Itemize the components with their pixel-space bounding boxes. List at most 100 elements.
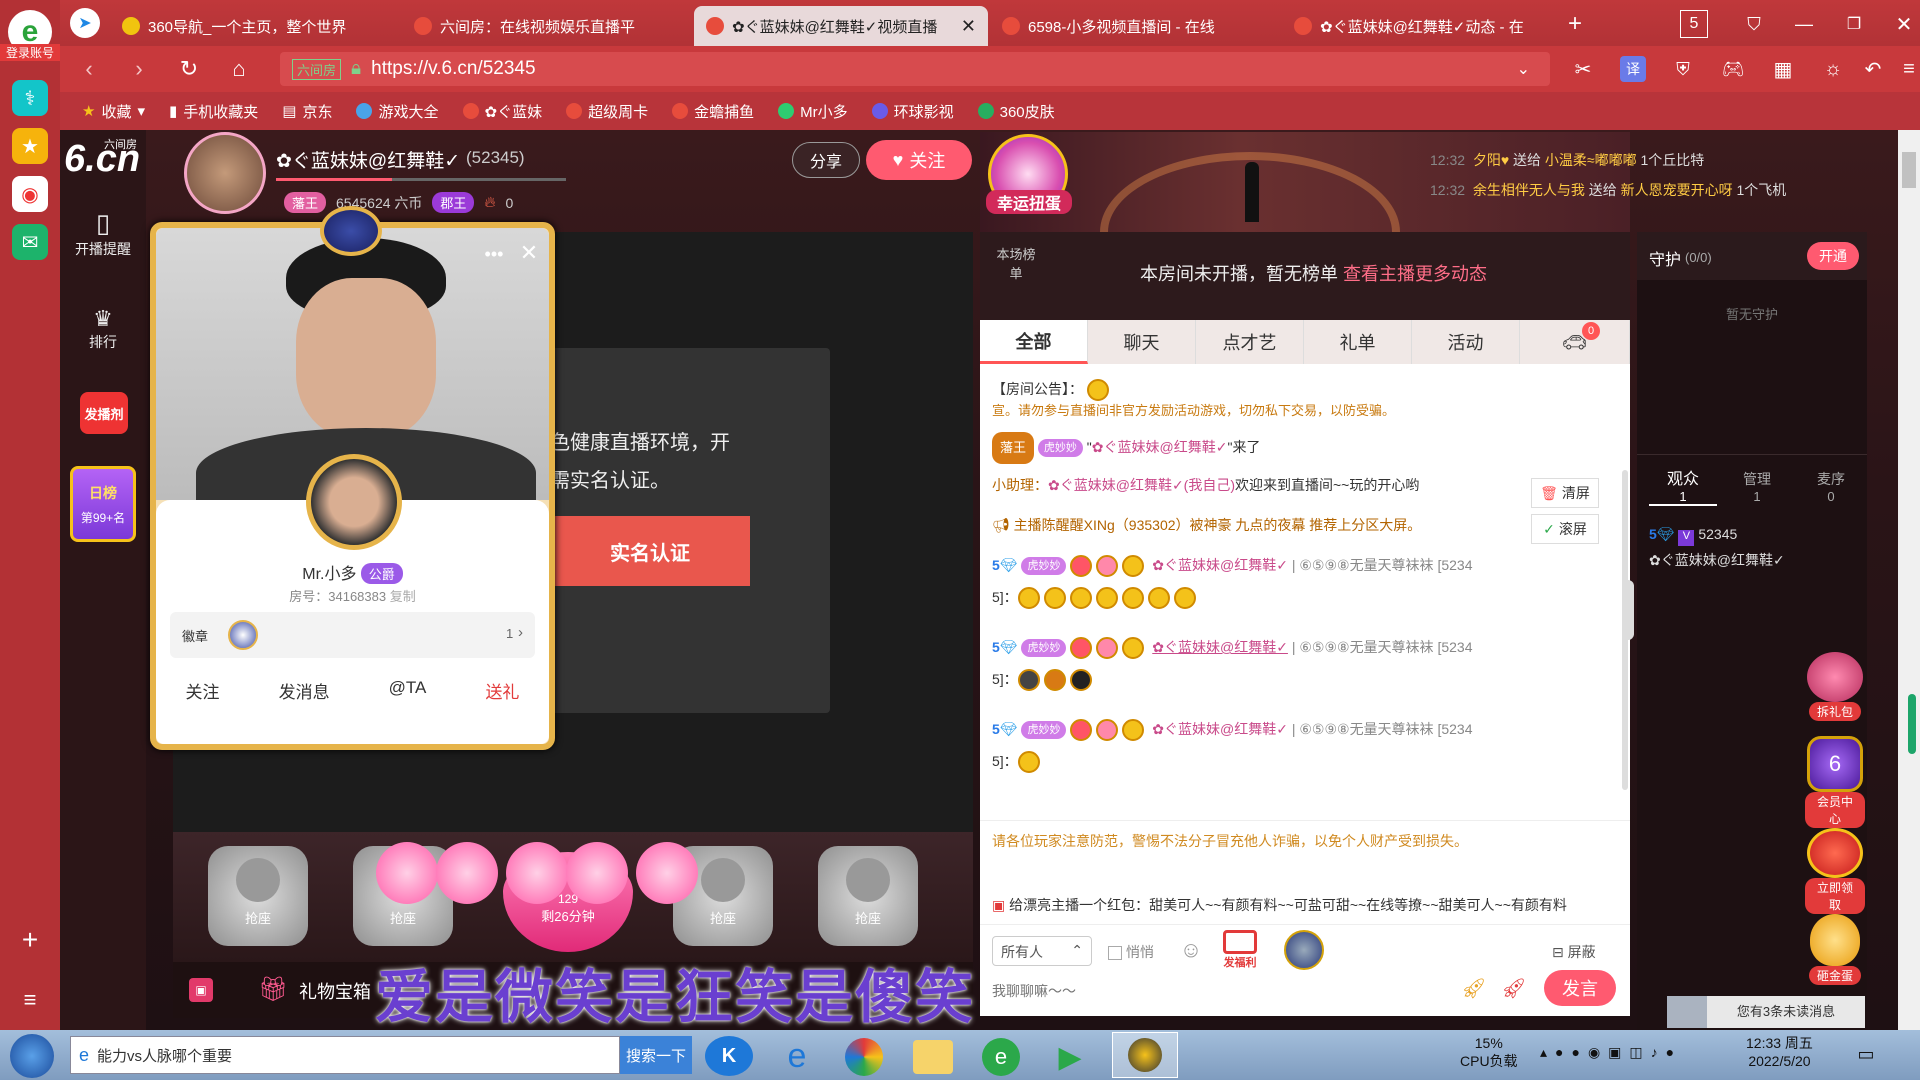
ie-icon[interactable]: e	[775, 1036, 819, 1076]
bookmark-item[interactable]: ★ 收藏 ▾	[72, 101, 155, 122]
open-guard-button[interactable]: 开通	[1807, 242, 1859, 270]
weibo-icon[interactable]: ◉	[12, 176, 48, 212]
forward-icon[interactable]: ›	[126, 56, 152, 82]
folder-icon[interactable]	[913, 1040, 953, 1074]
send-button[interactable]: 发言	[1544, 970, 1616, 1006]
message-target[interactable]: ⑥⑤⑨⑧无量天尊袜袜	[1299, 639, 1433, 655]
media-player-icon[interactable]: ▶	[1050, 1038, 1090, 1076]
add-icon[interactable]: +	[14, 924, 46, 956]
gift-from[interactable]: 夕阳♥	[1473, 152, 1509, 168]
emoji-picker-icon[interactable]: ☺	[1177, 936, 1205, 964]
broadcast-award-icon[interactable]: 发播剂	[80, 392, 128, 434]
chrome-icon[interactable]	[845, 1038, 883, 1076]
message-nick[interactable]: ✿ぐ蓝妹妹@红舞鞋✓	[1152, 639, 1288, 655]
close-icon[interactable]: ✕	[516, 240, 542, 266]
star-icon[interactable]: ★	[12, 128, 48, 164]
tab-viewers[interactable]: 观众 1	[1649, 465, 1717, 506]
medal-button-icon[interactable]	[1284, 930, 1324, 970]
restore-icon[interactable]: ❐	[1840, 10, 1868, 38]
rocket-icon[interactable]: 🚀︎	[1498, 972, 1530, 1004]
rank-link[interactable]: 查看主播更多动态	[1343, 260, 1487, 286]
minimize-icon[interactable]: —	[1790, 10, 1818, 38]
follow-user-button[interactable]: 关注	[186, 678, 220, 703]
unread-notice[interactable]: 您有3条未读消息	[1667, 996, 1865, 1028]
whisper-checkbox[interactable]: 悄悄	[1108, 942, 1154, 962]
share-button[interactable]: 分享	[792, 142, 860, 178]
chat-input[interactable]	[992, 976, 1392, 1006]
scroll-thumb[interactable]	[1902, 152, 1916, 188]
mail-icon[interactable]: ✉	[12, 224, 48, 260]
verify-button[interactable]: 实名认证	[550, 516, 750, 586]
start-button-icon[interactable]	[10, 1034, 54, 1078]
viewer-row[interactable]: 5💎︎ V 52345 ✿ぐ蓝妹妹@红舞鞋✓	[1649, 526, 1785, 570]
tab-count-icon[interactable]: 5	[1680, 10, 1708, 38]
translate-icon[interactable]: 译	[1620, 56, 1646, 82]
gift-pack-button[interactable]: 拆礼包	[1805, 652, 1865, 721]
tab-dynamic[interactable]: ✿ぐ蓝妹妹@红舞鞋✓动态 - 在	[1282, 6, 1572, 46]
gamepad-icon[interactable]: 🎮︎	[1720, 56, 1746, 82]
clock[interactable]: 12:33 周五 2022/5/20	[1746, 1034, 1813, 1070]
360-browser-icon[interactable]: e	[982, 1038, 1020, 1076]
redpacket-line[interactable]: ▣ 给漂亮主播一个红包：甜美可人~~有颜有料~~可盐可甜~~在线等撩~~甜美可人…	[992, 890, 1602, 920]
login-account-label[interactable]: 登录账号	[0, 44, 60, 61]
back-icon[interactable]: ‹	[76, 56, 102, 82]
tab-admins[interactable]: 管理 1	[1723, 469, 1791, 504]
gold-egg-button[interactable]: 砸金蛋	[1805, 914, 1865, 985]
tray-icons[interactable]: ▴●●◉▣◫♪●	[1540, 1044, 1682, 1061]
get-now-button[interactable]: 立即领取	[1805, 828, 1865, 914]
tab-talent[interactable]: 点才艺	[1196, 320, 1304, 364]
day-rank-badge[interactable]: 日榜 第99+名	[70, 466, 136, 542]
checkbox-box[interactable]	[1108, 946, 1122, 961]
chevron-down-icon[interactable]: ⌄	[1517, 59, 1530, 79]
tab-car[interactable]: 🚗︎ 0	[1520, 320, 1630, 364]
gift-to[interactable]: 新人恩宠要开心呀	[1621, 182, 1733, 198]
send-message-button[interactable]: 发消息	[279, 678, 330, 703]
active-app-button[interactable]	[1112, 1032, 1178, 1078]
user-avatar[interactable]	[306, 454, 402, 550]
bookmark-item[interactable]: 超级周卡	[556, 101, 658, 122]
shirt-icon[interactable]: ⛉	[1740, 10, 1768, 38]
seat-5[interactable]: 抢座	[818, 846, 918, 946]
assistant-nick[interactable]: ✿ぐ蓝妹妹@红舞鞋✓(我自己)	[1048, 477, 1235, 493]
bag-icon[interactable]: ▣	[189, 978, 213, 1002]
gift-to[interactable]: 小温柔≈嘟嘟嘟	[1545, 152, 1637, 168]
side-handle[interactable]	[1908, 694, 1916, 754]
host-avatar[interactable]	[184, 132, 266, 214]
tab-6cn[interactable]: 六间房：在线视频娱乐直播平	[402, 6, 692, 46]
shield-icon[interactable]: ⛨	[1670, 56, 1696, 82]
scissors-icon[interactable]: ✂	[1570, 56, 1596, 82]
bookmark-item[interactable]: Mr小多	[768, 101, 858, 122]
remind-button[interactable]: ▯ 开播提醒	[60, 208, 146, 259]
new-tab-icon[interactable]: +	[1560, 10, 1590, 38]
page-scrollbar[interactable]	[1898, 130, 1920, 1030]
url-field[interactable]: 六间房 🔒︎ https://v.6.cn/52345 ⌄	[280, 52, 1550, 86]
close-tab-icon[interactable]: ✕	[961, 16, 976, 37]
message-nick[interactable]: ✿ぐ蓝妹妹@红舞鞋✓	[1152, 557, 1288, 573]
rank-button[interactable]: ♛ 排行	[60, 306, 146, 352]
sun-icon[interactable]: ☼	[1820, 56, 1846, 82]
tab-chat[interactable]: 聊天	[1088, 320, 1196, 364]
follow-button[interactable]: ♥ 关注	[866, 140, 972, 180]
tab-mic-queue[interactable]: 麦序 0	[1797, 469, 1865, 504]
tab-6598[interactable]: 6598-小多视频直播间 - 在线	[990, 6, 1280, 46]
fafuli-button[interactable]: 发福利	[1217, 930, 1263, 970]
gift-from[interactable]: 余生相伴无人与我	[1473, 182, 1585, 198]
recipient-select[interactable]: 所有人 ⌃	[992, 936, 1092, 966]
home-icon[interactable]: ⌂	[226, 56, 252, 82]
chat-collapse-handle[interactable]	[1624, 580, 1634, 640]
menu-icon[interactable]: ≡	[1896, 56, 1920, 82]
close-window-icon[interactable]: ✕	[1890, 10, 1918, 38]
copy-button[interactable]: 复制	[390, 589, 416, 604]
cpu-meter[interactable]: 15% CPU负载	[1460, 1034, 1518, 1070]
bookmark-item[interactable]: 360皮肤	[968, 101, 1065, 122]
menu-icon[interactable]: ≡	[14, 984, 46, 1016]
message-target[interactable]: ⑥⑤⑨⑧无量天尊袜袜	[1299, 721, 1433, 737]
gift-box-label[interactable]: 礼物宝箱	[299, 978, 371, 1004]
notification-icon[interactable]: ▭	[1852, 1040, 1880, 1068]
bookmark-item[interactable]: 游戏大全	[346, 101, 448, 122]
bookmark-item[interactable]: ▤ 京东	[272, 101, 342, 122]
k-app-icon[interactable]: K	[705, 1036, 753, 1076]
tab-360[interactable]: 360导航_一个主页，整个世界	[110, 6, 400, 46]
bookmark-item[interactable]: 环球影视	[862, 101, 964, 122]
rocket-icon[interactable]: 🚀︎	[1458, 972, 1490, 1004]
